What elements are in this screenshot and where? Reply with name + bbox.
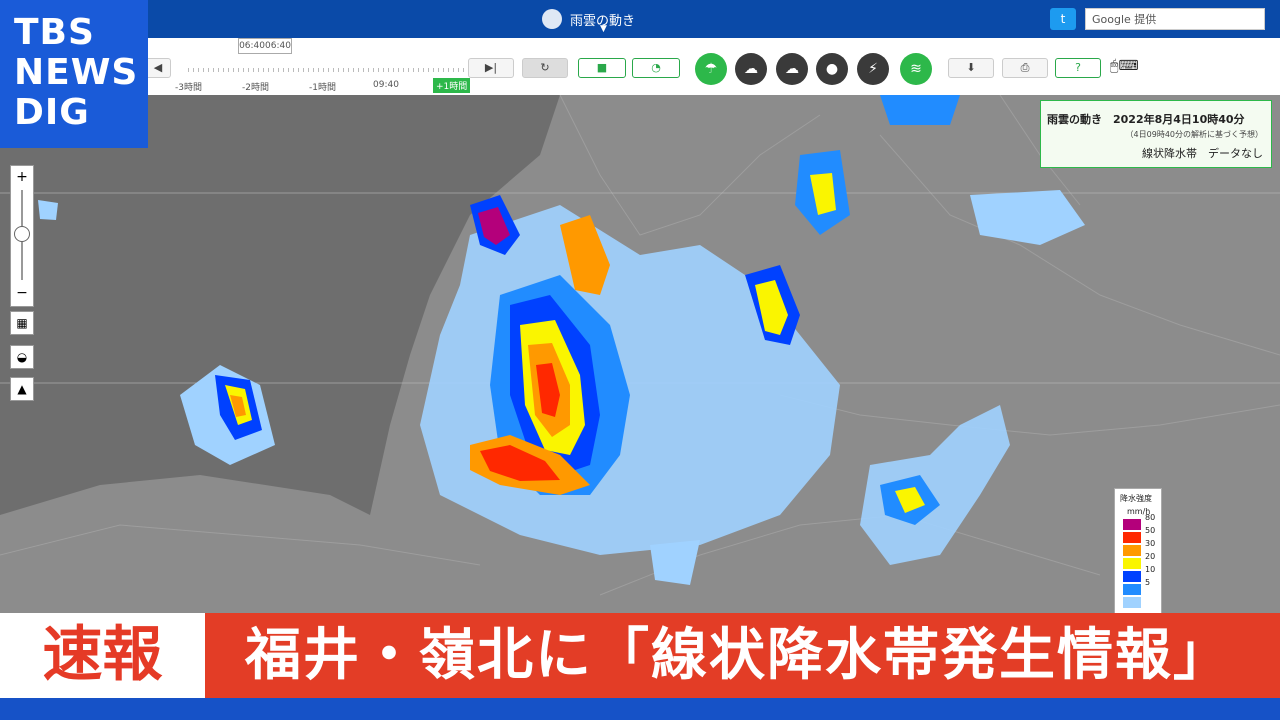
app-logo-icon bbox=[542, 9, 562, 29]
zoom-out-button[interactable]: − bbox=[11, 282, 33, 304]
tick-label: 09:40 bbox=[373, 80, 399, 90]
info-title: 雨雲の動き 2022年8月4日10時40分 bbox=[1047, 113, 1245, 126]
legend-swatch bbox=[1123, 571, 1141, 582]
legend-title: 降水強度 bbox=[1120, 494, 1152, 503]
legend-swatch bbox=[1123, 584, 1141, 595]
legend-swatch bbox=[1123, 519, 1141, 530]
time-slider[interactable] bbox=[188, 68, 493, 72]
mouse-keyboard-icon: 🖱⌨ bbox=[1110, 58, 1139, 74]
chevron-down-icon[interactable]: ▼ bbox=[600, 24, 607, 34]
legend-level: 10 bbox=[1145, 565, 1156, 574]
headline: 福井・嶺北に「線状降水帯発生情報」 bbox=[205, 613, 1280, 698]
precipitation-legend: 降水強度 mm/h 80 50 30 20 10 5 bbox=[1114, 488, 1162, 614]
legend-level: 50 bbox=[1145, 526, 1156, 535]
download-button[interactable]: ⬇ bbox=[948, 58, 994, 78]
top-bar: 雨雲の動き ▼ t Google 提供 bbox=[0, 0, 1280, 38]
next-button[interactable]: ▶| bbox=[468, 58, 514, 78]
logo-line: NEWS bbox=[14, 52, 139, 93]
snow-cloud-icon[interactable]: ☁ bbox=[776, 53, 808, 85]
zoom-in-button[interactable]: + bbox=[11, 166, 33, 188]
rain-cloud-icon[interactable]: ☂ bbox=[695, 53, 727, 85]
radar-map[interactable]: + − ▦ ◒ ▲ bbox=[0, 95, 1280, 613]
speed-button[interactable]: ◔ bbox=[632, 58, 680, 78]
twitter-icon[interactable]: t bbox=[1050, 8, 1076, 30]
map-icon[interactable]: ▦ bbox=[10, 311, 34, 335]
water-drop-icon[interactable]: ● bbox=[816, 53, 848, 85]
legend-swatch bbox=[1123, 532, 1141, 543]
breaking-news-banner: 速報 福井・嶺北に「線状降水帯発生情報」 bbox=[0, 613, 1280, 698]
legend-level: 5 bbox=[1145, 578, 1151, 587]
legend-swatch bbox=[1123, 545, 1141, 556]
thunder-cloud-icon[interactable]: ☁ bbox=[735, 53, 767, 85]
stop-button[interactable]: ■ bbox=[578, 58, 626, 78]
tick-label: -1時間 bbox=[309, 83, 336, 93]
legend-level: 20 bbox=[1145, 552, 1156, 561]
linear-rainband-status: 線状降水帯 データなし bbox=[1142, 147, 1263, 160]
zoom-handle[interactable] bbox=[14, 226, 30, 242]
info-subtitle: （4日09時40分の解析に基づく予想） bbox=[1125, 130, 1263, 139]
legend-level: 80 bbox=[1145, 513, 1156, 522]
help-button[interactable]: ? bbox=[1055, 58, 1101, 78]
tick-label: -2時間 bbox=[242, 83, 269, 93]
plus-hour-label[interactable]: +1時間 bbox=[433, 78, 471, 93]
legend-swatch bbox=[1123, 558, 1141, 569]
search-input[interactable]: Google 提供 bbox=[1085, 8, 1265, 30]
logo-line: DIG bbox=[14, 92, 90, 133]
breaking-tag: 速報 bbox=[0, 613, 205, 698]
tbs-news-dig-logo: TBS NEWS DIG bbox=[0, 0, 148, 148]
water-drop-icon[interactable]: ◒ bbox=[10, 345, 34, 369]
lightning-icon[interactable]: ⚡ bbox=[857, 53, 889, 85]
zoom-slider[interactable]: + − bbox=[10, 165, 34, 307]
radar-map-graphic bbox=[0, 95, 1280, 596]
tick-label: -3時間 bbox=[175, 83, 202, 93]
info-panel: 雨雲の動き 2022年8月4日10時40分 （4日09時40分の解析に基づく予想… bbox=[1040, 100, 1272, 168]
logo-line: TBS bbox=[14, 12, 95, 53]
legend-level: 30 bbox=[1145, 539, 1156, 548]
toolbar: ◀ 06:4006:40 -3時間 -2時間 -1時間 09:40 +1時間 ▶… bbox=[0, 38, 1280, 96]
prev-button[interactable]: ◀ bbox=[145, 58, 171, 78]
refresh-button[interactable]: ↻ bbox=[522, 58, 568, 78]
terrain-icon[interactable]: ▲ bbox=[10, 377, 34, 401]
legend-swatch bbox=[1123, 597, 1141, 608]
bottom-strip bbox=[0, 698, 1280, 720]
time-readout: 06:4006:40 bbox=[238, 38, 292, 54]
wind-icon[interactable]: ≋ bbox=[900, 53, 932, 85]
print-button[interactable]: ⎙ bbox=[1002, 58, 1048, 78]
